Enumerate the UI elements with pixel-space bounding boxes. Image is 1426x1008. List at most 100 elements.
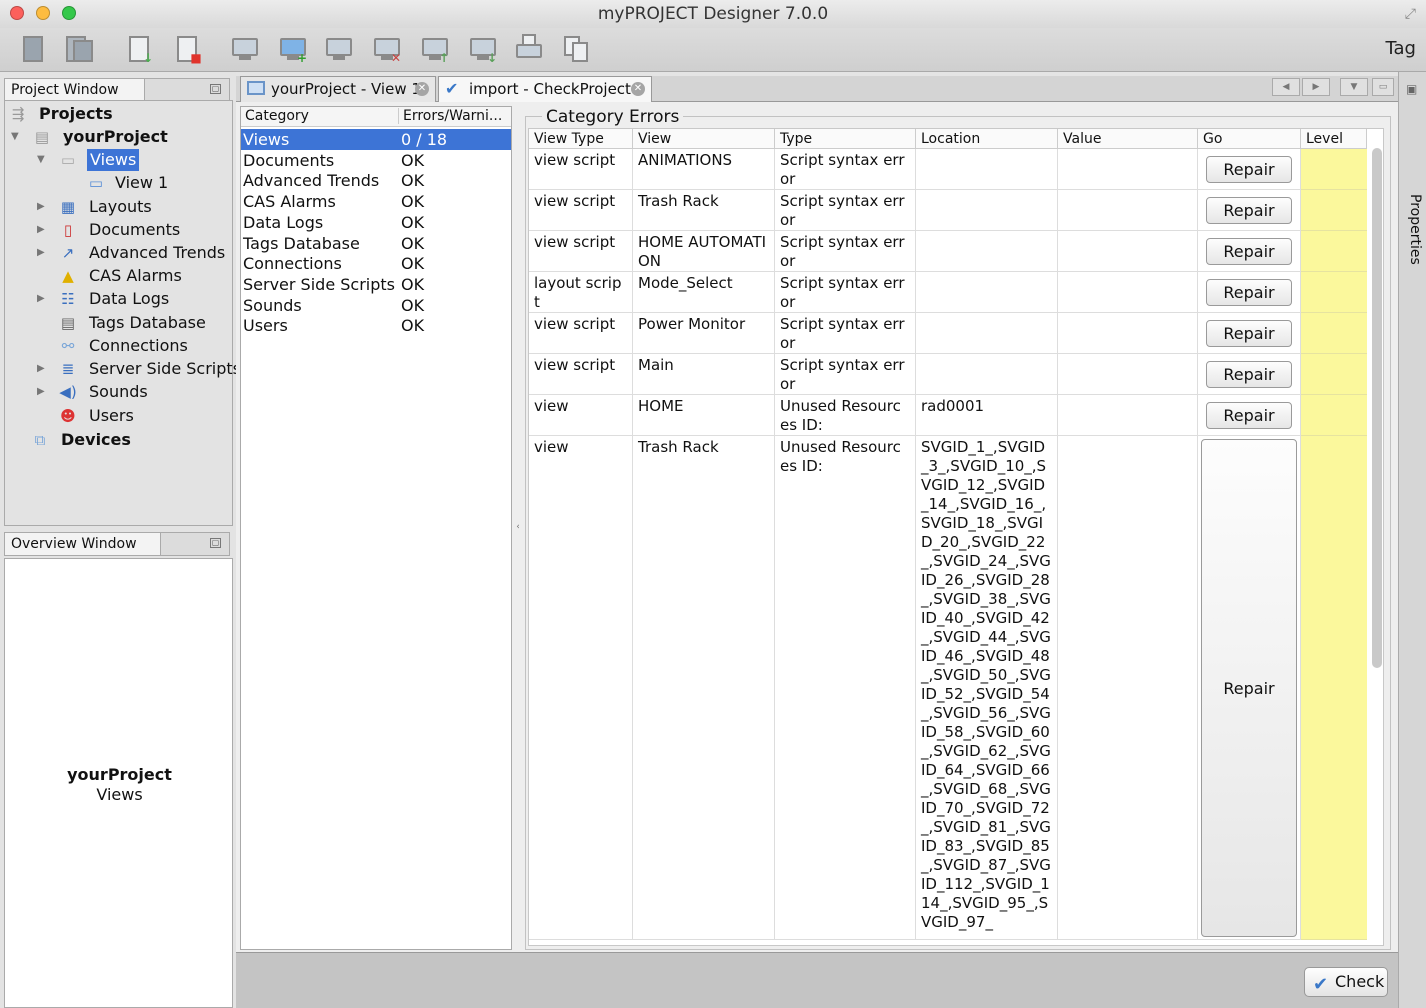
project-window-tab[interactable]: Project Window bbox=[5, 79, 145, 101]
column-header-location[interactable]: Location bbox=[916, 129, 1058, 149]
repair-button[interactable]: Repair bbox=[1206, 402, 1292, 429]
expanded-arrow-icon[interactable]: ▼ bbox=[11, 126, 21, 148]
column-header-view-type[interactable]: View Type bbox=[529, 129, 633, 149]
export-icon[interactable]: ■ bbox=[172, 34, 202, 64]
repair-button[interactable]: Repair bbox=[1206, 320, 1292, 347]
import-icon[interactable]: ↓ bbox=[124, 34, 154, 64]
column-header-go[interactable]: Go bbox=[1198, 129, 1301, 149]
tab-list-dropdown-icon[interactable]: ▼ bbox=[1340, 78, 1368, 96]
close-tab-icon[interactable]: ✕ bbox=[631, 82, 645, 96]
close-window-button[interactable] bbox=[10, 6, 24, 20]
title-bar: myPROJECT Designer 7.0.0 ⤢ bbox=[0, 0, 1426, 28]
column-header-category[interactable]: Category bbox=[245, 108, 309, 124]
fullscreen-icon[interactable]: ⤢ bbox=[1405, 0, 1416, 28]
category-row[interactable]: Views 0 / 18 bbox=[241, 129, 511, 150]
print-icon[interactable] bbox=[514, 34, 544, 64]
error-view-type: view script bbox=[529, 149, 633, 190]
tab-your-project-view1[interactable]: yourProject - View 1 ✕ bbox=[240, 76, 436, 102]
window-title: myPROJECT Designer 7.0.0 bbox=[597, 4, 829, 24]
collapsed-arrow-icon[interactable]: ▶ bbox=[37, 358, 47, 380]
datalogs-icon: ☷ bbox=[61, 290, 75, 308]
project-window-header: Project Window ▢ bbox=[4, 78, 230, 102]
properties-tab[interactable]: Properties bbox=[1407, 194, 1423, 265]
new-view-icon[interactable]: + bbox=[278, 34, 308, 64]
restore-panel-icon[interactable]: ▢ bbox=[210, 538, 221, 548]
repair-button[interactable]: Repair bbox=[1206, 361, 1292, 388]
error-view-type: view script bbox=[529, 190, 633, 231]
category-row[interactable]: Connections OK bbox=[241, 253, 511, 274]
delete-view-icon[interactable]: ✕ bbox=[372, 34, 402, 64]
project-tree: ⇶ Projects ▼ ▤ yourProject ▼ ▭ Views ▭ V… bbox=[4, 100, 241, 526]
category-status: OK bbox=[401, 274, 425, 294]
collapsed-arrow-icon[interactable]: ▶ bbox=[37, 381, 47, 403]
repair-button[interactable]: Repair bbox=[1206, 197, 1292, 224]
level-indicator bbox=[1301, 395, 1367, 436]
tag-label[interactable]: Tag bbox=[1386, 38, 1416, 59]
save-all-icon[interactable] bbox=[64, 34, 94, 64]
error-value bbox=[1058, 436, 1198, 940]
error-view-name: HOME bbox=[633, 395, 775, 436]
error-view-name: ANIMATIONS bbox=[633, 149, 775, 190]
tab-import-checkproject[interactable]: ✔ import - CheckProject ✕ bbox=[438, 76, 652, 102]
check-button[interactable]: ✔ Check bbox=[1304, 967, 1388, 997]
category-row[interactable]: Users OK bbox=[241, 315, 511, 336]
repair-button[interactable]: Repair bbox=[1206, 279, 1292, 306]
upload-view-icon[interactable]: ↑ bbox=[420, 34, 450, 64]
column-header-errors[interactable]: Errors/Warni... bbox=[398, 108, 502, 124]
error-type: Script syntax error bbox=[775, 272, 916, 313]
project-icon: ▤ bbox=[34, 128, 50, 146]
copy-icon[interactable] bbox=[562, 34, 592, 64]
category-row[interactable]: CAS Alarms OK bbox=[241, 191, 511, 212]
category-row[interactable]: Sounds OK bbox=[241, 295, 511, 316]
column-header-value[interactable]: Value bbox=[1058, 129, 1198, 149]
category-row[interactable]: Advanced Trends OK bbox=[241, 170, 511, 191]
error-view-name: Mode_Select bbox=[633, 272, 775, 313]
category-status: OK bbox=[401, 150, 425, 170]
error-value bbox=[1058, 395, 1198, 436]
column-header-level[interactable]: Level bbox=[1301, 129, 1367, 149]
expanded-arrow-icon[interactable]: ▼ bbox=[37, 149, 47, 171]
overview-window-tab[interactable]: Overview Window bbox=[5, 533, 161, 555]
error-type: Unused Resources ID: bbox=[775, 436, 916, 940]
download-view-icon[interactable]: ↓ bbox=[468, 34, 498, 64]
error-location bbox=[916, 149, 1058, 190]
close-tab-icon[interactable]: ✕ bbox=[415, 82, 429, 96]
column-header-view[interactable]: View bbox=[633, 129, 775, 149]
level-indicator bbox=[1301, 190, 1367, 231]
properties-strip: ▣ Properties bbox=[1398, 72, 1426, 1008]
category-row[interactable]: Server Side Scripts OK bbox=[241, 274, 511, 295]
maximize-editor-icon[interactable]: ▭ bbox=[1372, 78, 1394, 96]
category-row[interactable]: Data Logs OK bbox=[241, 212, 511, 233]
repair-button[interactable]: Repair bbox=[1206, 238, 1292, 265]
views-icon: ▭ bbox=[60, 151, 76, 169]
collapsed-arrow-icon[interactable]: ▶ bbox=[37, 288, 47, 310]
category-name: Server Side Scripts bbox=[243, 274, 395, 294]
category-row[interactable]: Documents OK bbox=[241, 150, 511, 171]
error-type: Unused Resources ID: bbox=[775, 395, 916, 436]
tab-scroll-right-icon[interactable]: ▶ bbox=[1302, 78, 1330, 96]
document-tab-bar: yourProject - View 1 ✕ ✔ import - CheckP… bbox=[236, 76, 1400, 102]
category-row[interactable]: Tags Database OK bbox=[241, 233, 511, 254]
zoom-window-button[interactable] bbox=[62, 6, 76, 20]
collapsed-arrow-icon[interactable]: ▶ bbox=[37, 242, 47, 264]
error-value bbox=[1058, 231, 1198, 272]
database-icon: ▤ bbox=[60, 314, 76, 332]
vertical-scrollbar[interactable] bbox=[1372, 148, 1382, 668]
duplicate-view-icon[interactable] bbox=[324, 34, 354, 64]
restore-panel-icon[interactable]: ▢ bbox=[210, 84, 221, 94]
tab-scroll-left-icon[interactable]: ◀ bbox=[1272, 78, 1300, 96]
collapsed-arrow-icon[interactable]: ▶ bbox=[37, 219, 47, 241]
checkmark-icon: ✔ bbox=[1313, 974, 1329, 995]
properties-panel-icon[interactable]: ▣ bbox=[1406, 82, 1417, 96]
category-name: Documents bbox=[243, 150, 335, 170]
error-value bbox=[1058, 149, 1198, 190]
view-screen-icon[interactable] bbox=[230, 34, 260, 64]
minimize-window-button[interactable] bbox=[36, 6, 50, 20]
collapsed-arrow-icon[interactable]: ▶ bbox=[37, 196, 47, 218]
column-header-type[interactable]: Type bbox=[775, 129, 916, 149]
splitter-handle[interactable]: ‹ bbox=[514, 102, 522, 952]
save-icon[interactable] bbox=[18, 34, 48, 64]
error-view-name: Main bbox=[633, 354, 775, 395]
repair-button[interactable]: Repair bbox=[1206, 156, 1292, 183]
repair-button[interactable]: Repair bbox=[1201, 439, 1297, 937]
